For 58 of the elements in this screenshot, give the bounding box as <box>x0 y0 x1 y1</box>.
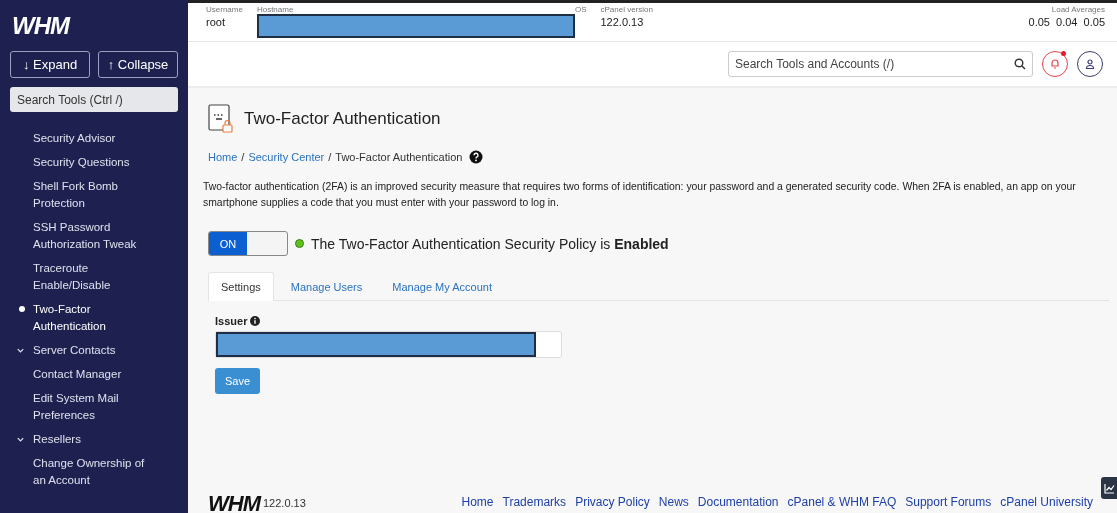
footer-link[interactable]: cPanel & WHM FAQ <box>787 495 897 509</box>
sidebar-item[interactable]: Traceroute Enable/Disable <box>16 260 156 294</box>
footer-link[interactable]: Home <box>461 495 494 509</box>
sidebar-item[interactable]: Security Questions <box>16 154 156 171</box>
search-field[interactable]: Search Tools and Accounts (/) <box>728 51 1033 77</box>
whm-logo: WHM <box>208 493 260 513</box>
info-value: 122.0.13 <box>600 15 645 30</box>
user-icon <box>1084 58 1096 70</box>
sidebar-item[interactable]: Contact Manager <box>16 366 156 383</box>
footer-link[interactable]: cPanel University <box>1000 495 1093 509</box>
sidebar-item[interactable]: Change Ownership of an Account <box>16 455 156 489</box>
search-tools-field[interactable]: Search Tools (Ctrl /) <box>10 87 178 112</box>
sidebar-item[interactable]: Two-Factor Authentication <box>16 301 156 335</box>
footer-link[interactable]: Support Forums <box>905 495 992 509</box>
sidebar-section[interactable]: Resellers <box>16 431 156 448</box>
tab[interactable]: Settings <box>208 272 274 301</box>
sidebar-item[interactable]: Shell Fork Bomb Protection <box>16 178 156 212</box>
info-value: root <box>206 15 226 30</box>
policy-toggle[interactable]: ON <box>208 231 288 256</box>
tab[interactable]: Manage My Account <box>379 272 505 301</box>
chevron-icon <box>16 346 25 355</box>
security-code-icon <box>208 104 234 134</box>
info-value: 0.05 0.04 0.05 <box>1028 15 1105 30</box>
description-text: Two-factor authentication (2FA) is an improved security measure that requires two forms of identification: your password and a generated security code. When 2FA is enabled, an app on your smartphone supplies a code that you must enter with your password to log in. <box>203 180 1077 210</box>
breadcrumb-link[interactable]: Home <box>208 151 238 163</box>
info-label: cPanel version <box>600 5 653 14</box>
issuer-label: Issuer <box>215 315 248 327</box>
info-label: Username <box>206 5 243 14</box>
whm-logo: WHM <box>11 12 69 41</box>
chart-button[interactable] <box>1101 477 1117 499</box>
breadcrumb-separator: / <box>328 151 332 163</box>
page-title: Two-Factor Authentication <box>244 109 441 129</box>
breadcrumb-current: Two-Factor Authentication <box>335 151 463 163</box>
chart-icon <box>1103 482 1115 494</box>
search-icon <box>1014 58 1026 70</box>
collapse-button[interactable]: ↑ Collapse <box>98 51 178 78</box>
breadcrumb-link[interactable]: Security Center <box>248 151 325 163</box>
status-icon <box>295 239 304 248</box>
policy-status: The Two-Factor Authentication Security Policy is Enabled <box>311 235 669 252</box>
info-icon[interactable] <box>250 316 261 326</box>
info-label: Hostname <box>256 5 295 14</box>
chevron-icon <box>16 435 25 444</box>
expand-button[interactable]: ↓ Expand <box>10 51 90 78</box>
bell-icon <box>1049 58 1061 70</box>
help-icon[interactable] <box>469 150 484 164</box>
sidebar-item[interactable]: Security Advisor <box>16 130 156 147</box>
info-label: Load Averages <box>1051 5 1105 14</box>
sidebar-item[interactable]: SSH Password Authorization Tweak <box>16 219 156 253</box>
footer-link[interactable]: News <box>658 495 689 509</box>
version-text: 122.0.13 <box>263 497 306 509</box>
tab[interactable]: Manage Users <box>277 272 376 301</box>
info-label: OS <box>574 5 587 14</box>
breadcrumb-separator: / <box>241 151 245 163</box>
sidebar-section[interactable]: Server Contacts <box>16 342 156 359</box>
footer-link[interactable]: Privacy Policy <box>575 495 650 509</box>
sidebar-item[interactable]: Edit System Mail Preferences <box>16 390 156 424</box>
footer-link[interactable]: Trademarks <box>502 495 567 509</box>
footer-link[interactable]: Documentation <box>697 495 779 509</box>
